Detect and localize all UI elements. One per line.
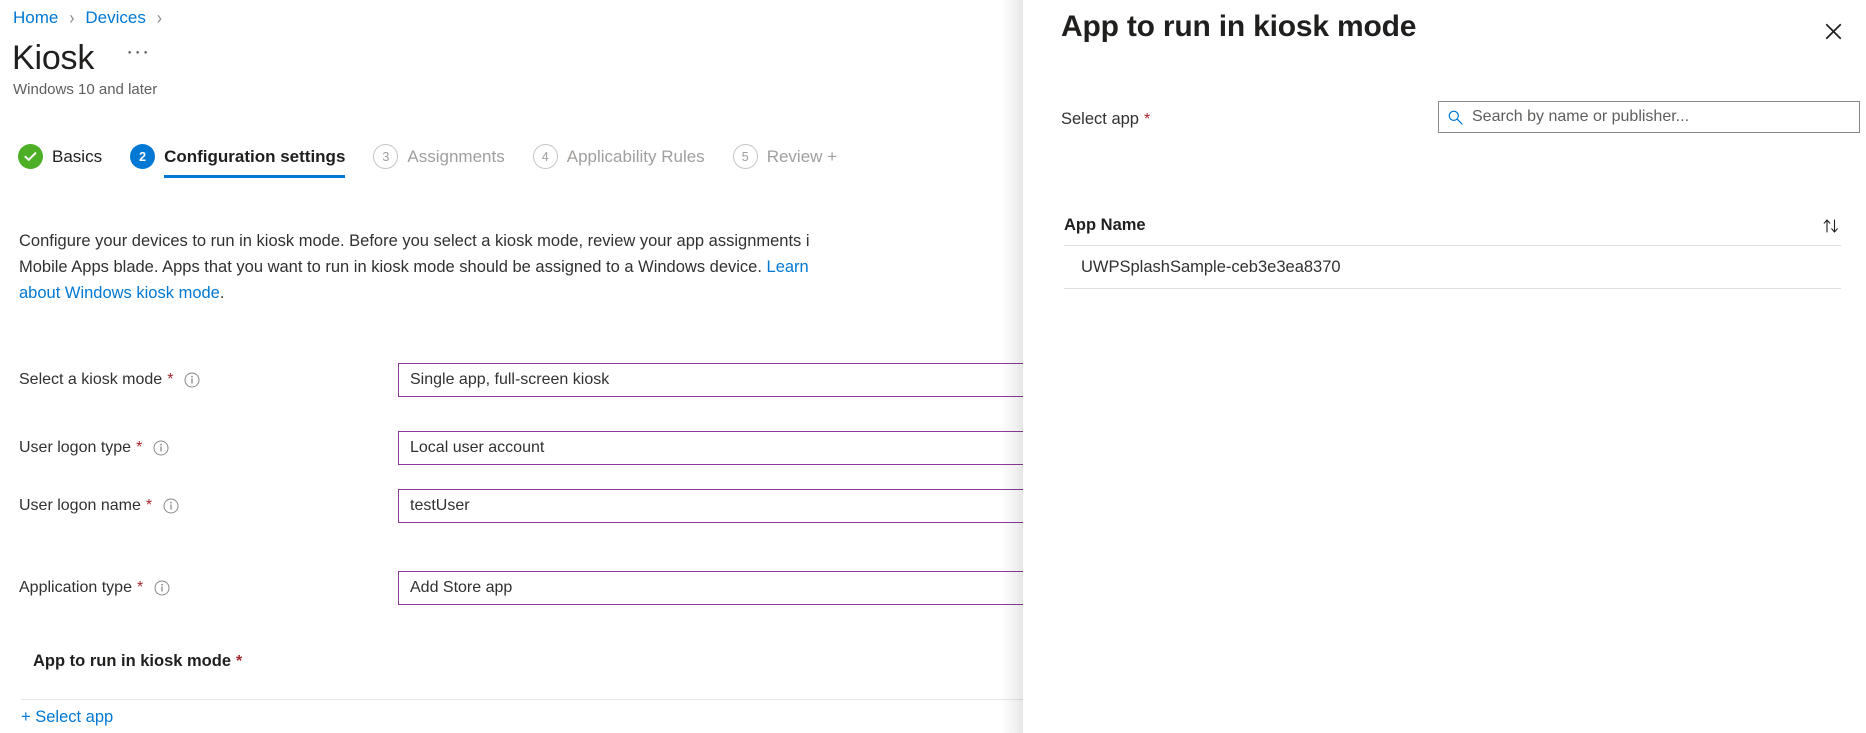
check-circle-icon — [18, 144, 43, 169]
form-row-application-type: Application type * Add Store app — [0, 571, 1030, 605]
step-number-badge: 2 — [130, 144, 155, 169]
required-asterisk: * — [137, 580, 143, 596]
app-list-header: App Name — [1064, 206, 1841, 246]
dropdown-value: Single app, full-screen kiosk — [410, 371, 609, 389]
info-icon[interactable] — [184, 372, 200, 388]
required-asterisk: * — [146, 498, 152, 514]
required-asterisk: * — [236, 654, 242, 670]
step-number-badge: 5 — [733, 144, 758, 169]
info-icon[interactable] — [153, 440, 169, 456]
panel-title: App to run in kiosk mode — [1061, 10, 1416, 44]
chevron-right-icon: › — [69, 7, 74, 28]
kiosk-configuration-screen: Home › Devices › Kiosk ··· Windows 10 an… — [0, 0, 1866, 733]
page-title: Kiosk — [12, 38, 94, 78]
form-row-kiosk-mode: Select a kiosk mode * Single app, full-s… — [0, 363, 1030, 397]
more-options-button[interactable]: ··· — [120, 38, 156, 66]
label-kiosk-mode: Select a kiosk mode * — [19, 371, 200, 389]
label-user-logon-type: User logon type * — [19, 439, 169, 457]
required-asterisk: * — [167, 372, 173, 388]
main-blade: Home › Devices › Kiosk ··· Windows 10 an… — [0, 0, 1030, 733]
form-row-user-logon-name: User logon name * testUser — [0, 489, 1030, 523]
wizard-step-label: Configuration settings — [164, 147, 345, 167]
breadcrumb-item-home[interactable]: Home — [13, 8, 58, 28]
dropdown-user-logon-type[interactable]: Local user account — [398, 431, 1030, 465]
wizard-step-assignments[interactable]: 3 Assignments — [373, 144, 504, 178]
dropdown-application-type[interactable]: Add Store app — [398, 571, 1030, 605]
wizard-step-applicability-rules[interactable]: 4 Applicability Rules — [533, 144, 705, 178]
wizard-step-label: Applicability Rules — [567, 147, 705, 167]
required-asterisk: * — [136, 440, 142, 456]
page-title-row: Kiosk ··· — [12, 38, 156, 78]
app-section-heading-text: App to run in kiosk mode — [33, 652, 231, 671]
select-app-panel: App to run in kiosk mode Select app * Ap… — [1023, 0, 1866, 733]
learn-more-link-part2[interactable]: about Windows kiosk mode — [19, 284, 220, 302]
info-icon[interactable] — [154, 580, 170, 596]
label-user-logon-name: User logon name * — [19, 497, 179, 515]
app-section-heading: App to run in kiosk mode * — [33, 652, 242, 671]
label-text: User logon name — [19, 497, 141, 515]
description-line-2: Mobile Apps blade. Apps that you want to… — [19, 258, 767, 276]
dropdown-value: Local user account — [410, 439, 544, 457]
wizard-step-label: Assignments — [407, 147, 504, 167]
wizard-steps: Basics 2 Configuration settings 3 Assign… — [18, 144, 865, 178]
dropdown-kiosk-mode[interactable]: Single app, full-screen kiosk — [398, 363, 1030, 397]
info-icon[interactable] — [163, 498, 179, 514]
wizard-step-label: Basics — [52, 147, 102, 167]
divider — [21, 699, 1030, 700]
app-name-value: UWPSplashSample-ceb3e3ea8370 — [1064, 258, 1341, 277]
select-app-label: Select app * — [1061, 110, 1150, 129]
step-number-badge: 3 — [373, 144, 398, 169]
wizard-step-label: Review + — [767, 147, 837, 167]
search-icon — [1447, 109, 1464, 126]
step-number-badge: 4 — [533, 144, 558, 169]
wizard-step-basics[interactable]: Basics — [18, 144, 102, 178]
wizard-step-review-create[interactable]: 5 Review + — [733, 144, 837, 178]
textbox-value: testUser — [410, 497, 470, 515]
label-text: Select a kiosk mode — [19, 371, 162, 389]
label-text: Application type — [19, 579, 132, 597]
form-row-user-logon-type: User logon type * Local user account — [0, 431, 1030, 465]
search-box[interactable] — [1438, 101, 1860, 133]
select-app-button[interactable]: + Select app — [21, 708, 113, 727]
dropdown-value: Add Store app — [410, 579, 512, 597]
label-application-type: Application type * — [19, 579, 170, 597]
close-icon[interactable] — [1812, 10, 1854, 52]
search-input[interactable] — [1472, 108, 1851, 126]
blade-description: Configure your devices to run in kiosk m… — [19, 228, 1029, 306]
description-period: . — [220, 284, 225, 302]
chevron-right-icon: › — [157, 7, 162, 28]
breadcrumb: Home › Devices › — [13, 8, 173, 28]
label-text: User logon type — [19, 439, 131, 457]
description-line-1: Configure your devices to run in kiosk m… — [19, 232, 810, 250]
sort-ascending-descending-icon[interactable] — [1821, 216, 1841, 236]
textbox-user-logon-name[interactable]: testUser — [398, 489, 1030, 523]
learn-more-link-part1[interactable]: Learn — [767, 258, 809, 276]
column-header-app-name: App Name — [1064, 216, 1146, 235]
breadcrumb-item-devices[interactable]: Devices — [85, 8, 145, 28]
required-asterisk: * — [1144, 112, 1150, 128]
select-app-label-text: Select app — [1061, 110, 1139, 129]
app-list-row[interactable]: UWPSplashSample-ceb3e3ea8370 — [1064, 247, 1841, 289]
page-subtitle: Windows 10 and later — [13, 81, 157, 98]
wizard-step-configuration-settings[interactable]: 2 Configuration settings — [130, 144, 345, 178]
